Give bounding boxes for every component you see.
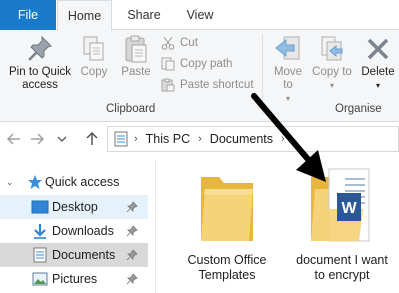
clipboard-group-label: Clipboard: [106, 103, 156, 115]
pin-icon[interactable]: [126, 273, 138, 285]
copy-path-button[interactable]: Copy path: [160, 54, 232, 74]
file-item-document-i-want-to-encrypt[interactable]: W W document I want to encrypt: [287, 165, 397, 283]
sidebar-item-desktop[interactable]: Desktop: [0, 195, 148, 219]
copy-to-icon: [317, 34, 347, 64]
paste-shortcut-label: Paste shortcut: [180, 79, 254, 91]
breadcrumb-this-pc[interactable]: This PC: [146, 132, 190, 146]
word-document-icon: W W: [311, 168, 370, 242]
forward-button[interactable]: [29, 131, 45, 147]
tab-view[interactable]: View: [174, 0, 226, 30]
sidebar-item-label: Pictures: [52, 272, 98, 286]
copy-to-dropdown-icon: ▾: [329, 81, 334, 90]
move-to-dropdown-icon: ▾: [285, 94, 290, 103]
file-name: Custom Office: [187, 253, 267, 267]
paste-shortcut-icon: [160, 77, 176, 93]
file-name: document I want: [296, 253, 388, 267]
address-bar[interactable]: › This PC › Documents ›: [107, 126, 399, 152]
pin-label: Pin to Quick access: [9, 66, 71, 91]
sidebar-item-documents[interactable]: Documents: [0, 243, 148, 267]
sidebar-item-label: Downloads: [52, 224, 114, 238]
delete-label: Delete: [361, 66, 395, 78]
address-row: › This PC › Documents ›: [0, 122, 399, 156]
pane-splitter[interactable]: [155, 160, 156, 293]
pin-icon[interactable]: [126, 249, 138, 261]
back-button[interactable]: [6, 131, 22, 147]
paste-button[interactable]: Paste: [118, 34, 154, 79]
sidebar-item-label: Quick access: [45, 175, 120, 189]
delete-button[interactable]: Delete ▾: [358, 34, 398, 92]
pin-icon[interactable]: [126, 225, 138, 237]
paste-icon: [121, 34, 151, 64]
file-name: Templates: [198, 268, 256, 282]
pin-icon: [25, 34, 55, 64]
folder-item-custom-office-templates[interactable]: Custom Office Templates: [172, 165, 282, 283]
up-arrow-icon: [86, 132, 98, 145]
documents-icon: [31, 247, 49, 263]
tab-file[interactable]: File: [0, 0, 56, 30]
organise-group-label: Organise: [335, 103, 382, 115]
breadcrumb-separator: ›: [281, 133, 285, 145]
sidebar-item-label: Desktop: [52, 200, 98, 214]
copy-path-icon: [160, 56, 176, 72]
copy-label: Copy: [80, 66, 108, 78]
sidebar-item-quick-access[interactable]: ⌄ Quick access: [0, 170, 148, 194]
sidebar-item-downloads[interactable]: Downloads: [0, 219, 148, 243]
svg-text:W: W: [341, 200, 357, 217]
paste-label: Paste: [121, 66, 151, 78]
pin-icon[interactable]: [126, 201, 138, 213]
recent-locations-button[interactable]: [54, 131, 70, 147]
chevron-down-icon: [57, 136, 67, 142]
folder-icon: [201, 177, 253, 241]
back-arrow-icon: [7, 133, 20, 145]
move-to-button[interactable]: Move to ▾: [268, 34, 308, 105]
delete-x-icon: [363, 34, 393, 64]
navigation-pane: ⌄ Quick access Desktop Downloads Documen…: [0, 168, 150, 293]
breadcrumb-separator: ›: [134, 133, 138, 145]
paste-shortcut-button[interactable]: Paste shortcut: [160, 75, 254, 95]
cut-label: Cut: [180, 37, 198, 49]
move-to-label: Move to: [273, 66, 303, 91]
this-pc-icon: [114, 131, 128, 147]
download-icon: [31, 223, 49, 239]
breadcrumb-documents[interactable]: Documents: [210, 132, 273, 146]
tab-home[interactable]: Home: [57, 0, 112, 31]
sidebar-item-label: Documents: [52, 248, 116, 262]
desktop-icon: [31, 199, 49, 215]
move-to-icon: [273, 34, 303, 64]
file-name: to encrypt: [314, 268, 370, 282]
copy-icon: [79, 34, 109, 64]
breadcrumb-separator: ›: [198, 133, 202, 145]
ribbon: Pin to Quick access Copy Paste Cut Copy …: [0, 30, 399, 122]
scissors-icon: [160, 35, 176, 51]
sidebar-item-pictures[interactable]: Pictures: [0, 267, 148, 291]
ribbon-tab-bar: File Home Share View: [0, 0, 399, 31]
copy-path-label: Copy path: [180, 58, 233, 70]
chevron-down-icon[interactable]: ⌄: [6, 177, 14, 188]
up-button[interactable]: [84, 131, 100, 147]
copy-button[interactable]: Copy: [78, 34, 110, 79]
forward-arrow-icon: [31, 133, 44, 145]
pictures-icon: [31, 271, 49, 287]
delete-dropdown-icon: ▾: [375, 81, 380, 90]
star-icon: [26, 174, 44, 190]
cut-button[interactable]: Cut: [160, 33, 198, 53]
copy-to-label: Copy to: [312, 66, 352, 78]
tab-share[interactable]: Share: [114, 0, 174, 30]
pin-to-quick-access-button[interactable]: Pin to Quick access: [4, 34, 76, 92]
ribbon-separator: [262, 34, 263, 114]
copy-to-button[interactable]: Copy to ▾: [312, 34, 352, 92]
